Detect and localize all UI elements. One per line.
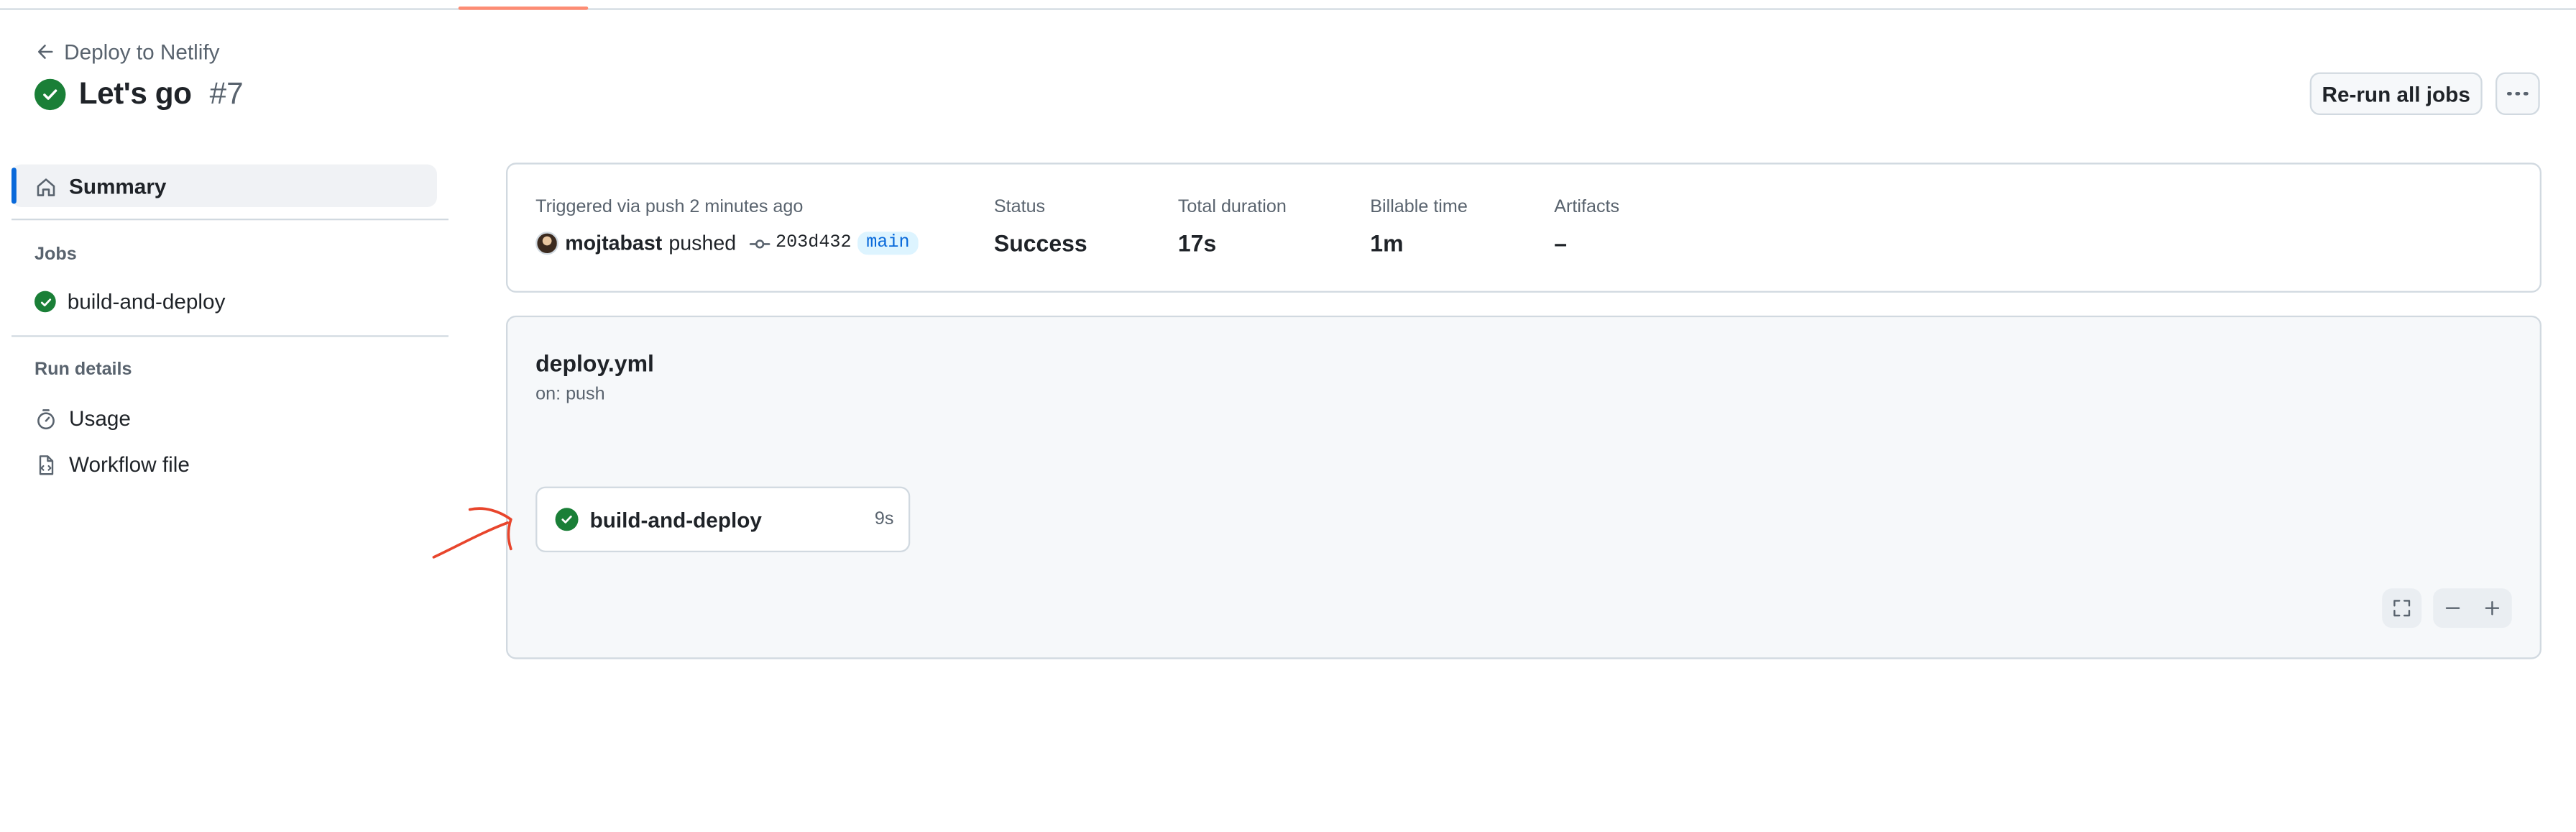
success-check-icon <box>34 78 66 109</box>
artifacts-value: – <box>1554 229 1568 257</box>
workflow-run-page: Deploy to Netlify Let's go #7 Re-run all… <box>0 0 2576 832</box>
billable-label: Billable time <box>1370 197 1468 217</box>
success-check-icon <box>34 291 56 313</box>
stopwatch-icon <box>37 408 55 429</box>
sidebar-item-usage[interactable]: Usage <box>34 406 131 431</box>
page-title: Let's go <box>78 76 192 111</box>
plus-icon <box>2485 600 2500 616</box>
zoom-out-button[interactable] <box>2433 598 2472 618</box>
back-link-label[interactable]: Deploy to Netlify <box>64 40 219 64</box>
jobs-heading: Jobs <box>34 244 77 265</box>
arrow-left-icon <box>37 45 53 59</box>
back-to-workflow-link[interactable]: Deploy to Netlify <box>36 40 219 64</box>
sidebar-divider <box>11 218 448 221</box>
sidebar-item-label: Summary <box>68 174 167 199</box>
trigger-details: mojtabast pushed 203d432 main <box>535 232 918 255</box>
sidebar-divider <box>11 335 448 337</box>
status-value: Success <box>993 229 1087 257</box>
sidebar-item-label: build-and-deploy <box>67 289 226 314</box>
duration-value: 17s <box>1177 229 1217 257</box>
run-summary-card: Triggered via push 2 minutes ago mojtaba… <box>505 163 2542 293</box>
run-details-heading: Run details <box>34 360 132 380</box>
job-name: build-and-deploy <box>589 507 762 532</box>
sidebar-item-summary[interactable]: Summary <box>34 174 167 199</box>
sidebar-item-job[interactable]: build-and-deploy <box>34 289 225 314</box>
run-number: #7 <box>209 76 244 111</box>
trigger-text: Triggered via push 2 minutes ago <box>535 197 804 217</box>
zoom-in-button[interactable] <box>2472 598 2512 618</box>
more-options-button[interactable] <box>2495 72 2540 115</box>
billable-value: 1m <box>1370 229 1404 257</box>
run-title: Let's go #7 <box>34 76 244 111</box>
rerun-all-jobs-button[interactable]: Re-run all jobs <box>2309 72 2483 115</box>
fullscreen-icon <box>2393 600 2411 617</box>
workflow-file-name: deploy.yml <box>535 349 654 377</box>
avatar[interactable] <box>535 232 559 255</box>
zoom-controls <box>2433 588 2512 628</box>
success-check-icon <box>555 508 579 531</box>
active-tab-underline <box>458 6 589 10</box>
sidebar-item-label: Usage <box>68 406 131 431</box>
file-code-icon <box>39 454 54 475</box>
sidebar-item-label: Workflow file <box>68 452 190 477</box>
branch-badge[interactable]: main <box>857 232 918 255</box>
status-label: Status <box>993 197 1046 217</box>
workflow-graph-card: deploy.yml on: push build-and-deploy 9s <box>505 315 2542 659</box>
minus-icon <box>2445 607 2460 609</box>
workflow-trigger: on: push <box>535 384 605 405</box>
job-node[interactable]: build-and-deploy 9s <box>535 486 911 552</box>
git-commit-icon <box>749 239 770 248</box>
duration-label: Total duration <box>1177 197 1287 217</box>
artifacts-label: Artifacts <box>1554 197 1620 217</box>
header-divider <box>0 8 2576 10</box>
kebab-horizontal-icon <box>2507 91 2529 96</box>
home-icon <box>37 178 55 196</box>
annotation-arrow-icon <box>432 507 512 559</box>
user-link[interactable]: mojtabast <box>565 232 662 255</box>
sidebar-item-workflow-file[interactable]: Workflow file <box>34 452 190 477</box>
action-text: pushed <box>668 232 737 255</box>
job-duration: 9s <box>874 509 894 529</box>
fullscreen-button[interactable] <box>2382 588 2422 628</box>
commit-sha-link[interactable]: 203d432 <box>776 234 852 253</box>
